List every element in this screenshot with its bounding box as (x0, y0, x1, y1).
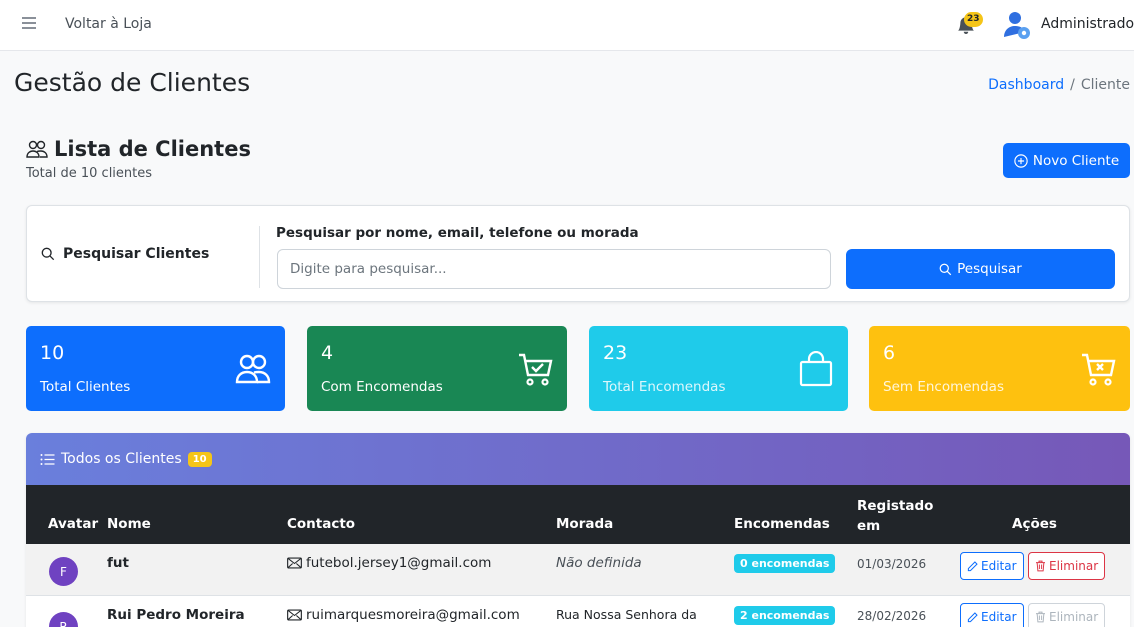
stat-card-total-clients: 10 Total Clientes (26, 326, 285, 411)
client-email: futebol.jersey1@gmail.com (306, 555, 492, 571)
cart-x-icon (1082, 353, 1116, 386)
client-name: Rui Pedro Moreira (107, 607, 245, 623)
search-card-label-text: Pesquisar Clientes (63, 246, 210, 262)
client-name: fut (107, 555, 129, 571)
top-navbar: Voltar à Loja 23 Administrador (0, 0, 1134, 51)
table-row: F fut futebol.jersey1@gmail.com Não defi… (26, 544, 1130, 596)
table-card-header: Todos os Clientes 10 (26, 433, 1130, 485)
stat-value: 4 (321, 342, 334, 364)
edit-button-label: Editar (981, 559, 1017, 573)
edit-button-label: Editar (981, 610, 1017, 624)
search-card: Pesquisar Clientes Pesquisar por nome, e… (26, 205, 1130, 302)
column-header-actions: Ações (1012, 516, 1057, 532)
stat-label: Total Encomendas (603, 379, 726, 395)
search-button[interactable]: Pesquisar (846, 249, 1115, 289)
table-header-row: Avatar Nome Contacto Morada Encomendas R… (26, 485, 1130, 544)
column-header-contact: Contacto (287, 516, 356, 532)
cart-check-icon (519, 353, 553, 386)
section-title: Lista de Clientes (26, 137, 251, 161)
bag-icon (799, 351, 833, 387)
client-email: ruimarquesmoreira@gmail.com (306, 607, 520, 623)
stat-label: Sem Encomendas (883, 379, 1004, 395)
new-client-label: Novo Cliente (1032, 152, 1120, 169)
stat-card-total-orders: 23 Total Encomendas (589, 326, 848, 411)
stat-label: Com Encomendas (321, 379, 443, 395)
delete-button[interactable]: Eliminar (1028, 603, 1106, 627)
table-title-text: Todos os Clientes (61, 451, 182, 467)
orders-cell: 2 encomendas (734, 606, 836, 625)
section-title-text: Lista de Clientes (54, 137, 251, 161)
stat-label: Total Clientes (40, 379, 131, 395)
delete-button-label: Eliminar (1049, 559, 1099, 573)
admin-user-icon[interactable] (1003, 10, 1031, 40)
column-header-registered: Registado em (857, 498, 934, 534)
avatar: F (49, 557, 78, 586)
client-address: Rua Nossa Senhora da (556, 607, 697, 622)
stat-card-with-orders: 4 Com Encomendas (307, 326, 567, 411)
page-title: Gestão de Clientes (14, 68, 251, 97)
table-row: R Rui Pedro Moreira ruimarquesmoreira@gm… (26, 596, 1130, 627)
client-address: Não definida (556, 555, 642, 571)
stat-card-without-orders: 6 Sem Encomendas (869, 326, 1130, 411)
table-title: Todos os Clientes 10 (40, 451, 212, 467)
client-contact: ruimarquesmoreira@gmail.com (287, 607, 520, 623)
trash-icon (1036, 611, 1045, 623)
new-client-button[interactable]: Novo Cliente (1003, 143, 1130, 178)
trash-icon (1036, 560, 1045, 572)
breadcrumb-dashboard-link[interactable]: Dashboard (988, 77, 1064, 93)
breadcrumb: Dashboard / Cliente (988, 77, 1130, 93)
edit-button[interactable]: Editar (960, 552, 1024, 580)
clients-table-card: Todos os Clientes 10 Avatar Nome Contact… (26, 433, 1130, 627)
list-icon (40, 453, 55, 465)
search-input[interactable] (277, 249, 831, 289)
pencil-icon (967, 611, 978, 622)
column-header-address: Morada (556, 516, 614, 532)
back-to-store-link[interactable]: Voltar à Loja (65, 16, 152, 32)
delete-button-label: Eliminar (1049, 610, 1099, 624)
breadcrumb-separator: / (1070, 77, 1075, 93)
envelope-icon (287, 557, 302, 569)
client-contact: futebol.jersey1@gmail.com (287, 555, 491, 571)
search-card-label: Pesquisar Clientes (41, 246, 209, 262)
breadcrumb-current: Cliente (1080, 77, 1130, 93)
people-outline-icon (26, 140, 48, 158)
divider (259, 226, 260, 288)
stat-value: 10 (40, 342, 65, 364)
envelope-icon (287, 609, 302, 621)
plus-circle-icon (1014, 153, 1028, 168)
search-field-label: Pesquisar por nome, email, telefone ou m… (276, 225, 639, 241)
stat-value: 23 (603, 342, 628, 364)
column-header-name: Nome (107, 516, 151, 532)
admin-name[interactable]: Administrador (1041, 16, 1134, 32)
pencil-icon (967, 560, 978, 571)
delete-button[interactable]: Eliminar (1028, 552, 1106, 580)
column-header-orders: Encomendas (734, 516, 830, 532)
search-icon (939, 263, 952, 275)
notification-badge: 23 (964, 12, 983, 27)
orders-badge: 0 encomendas (734, 554, 836, 573)
search-icon (41, 247, 55, 261)
registered-date: 28/02/2026 (857, 609, 927, 623)
section-subtitle: Total de 10 clientes (26, 166, 153, 181)
orders-cell: 0 encomendas (734, 554, 836, 573)
search-button-label: Pesquisar (957, 261, 1022, 277)
menu-toggle-icon[interactable] (22, 17, 36, 29)
avatar: R (49, 612, 78, 627)
column-header-avatar: Avatar (48, 516, 99, 532)
people-icon (235, 354, 271, 384)
orders-badge: 2 encomendas (734, 606, 836, 625)
registered-date: 01/03/2026 (857, 557, 927, 571)
edit-button[interactable]: Editar (960, 603, 1024, 627)
stat-value: 6 (883, 342, 896, 364)
clients-count-badge: 10 (187, 451, 212, 467)
